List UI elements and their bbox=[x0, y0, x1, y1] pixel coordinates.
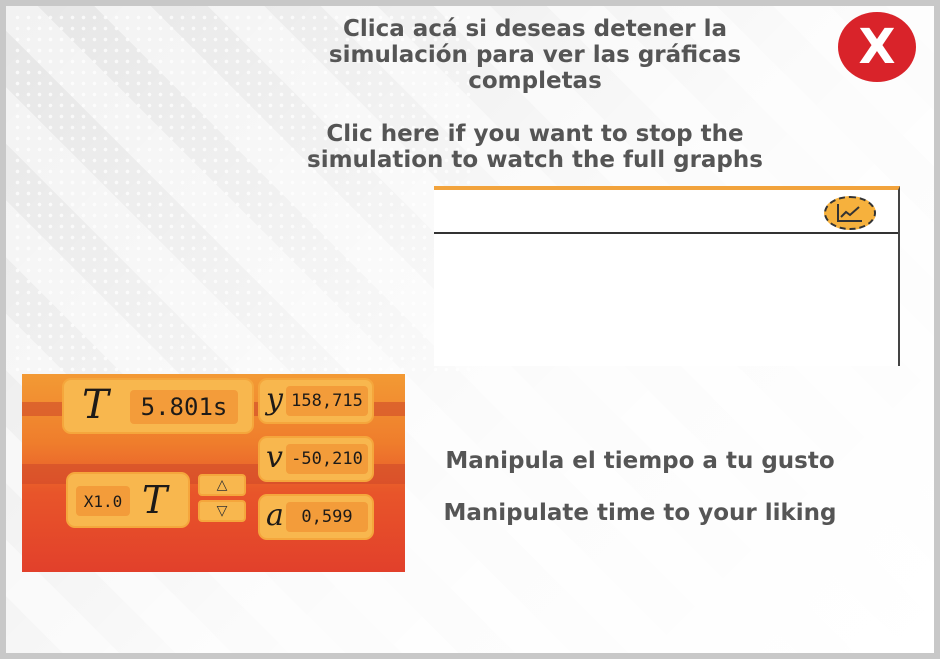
v-label: v bbox=[266, 440, 283, 475]
position-display: y 158,715 bbox=[258, 378, 374, 424]
caption-spanish: Manipula el tiempo a tu gusto bbox=[445, 448, 835, 474]
y-value: 158,715 bbox=[286, 386, 368, 416]
instruction-spanish-line-3: completas bbox=[468, 68, 602, 94]
speed-down-button[interactable]: ▽ bbox=[198, 500, 246, 522]
time-value: 5.801s bbox=[130, 390, 238, 424]
time-control-widget: T 5.801s y 158,715 v -50,210 a 0,599 X1.… bbox=[22, 374, 405, 572]
instruction-spanish: Clica acá si deseas detener la simulació… bbox=[270, 16, 800, 94]
v-value: -50,210 bbox=[286, 444, 368, 474]
velocity-display: v -50,210 bbox=[258, 436, 374, 482]
speed-multiplier[interactable]: X1.0 bbox=[76, 486, 130, 516]
close-icon: X bbox=[858, 19, 896, 75]
close-button[interactable]: X bbox=[838, 12, 916, 82]
time-display: T 5.801s bbox=[62, 378, 254, 434]
instruction-english-line-1: Clic here if you want to stop the bbox=[326, 121, 744, 147]
instruction-english: Clic here if you want to stop the simula… bbox=[270, 121, 800, 173]
graph-panel-header bbox=[434, 190, 898, 234]
y-label: y bbox=[266, 382, 283, 417]
acceleration-display: a 0,599 bbox=[258, 494, 374, 540]
instruction-english-line-2: simulation to watch the full graphs bbox=[307, 147, 763, 173]
a-value: 0,599 bbox=[286, 502, 368, 532]
instruction-spanish-line-2: simulación para ver las gráficas bbox=[328, 42, 742, 68]
graph-panel bbox=[434, 186, 900, 366]
time-label: T bbox=[82, 382, 109, 428]
instruction-spanish-line-1: Clica acá si deseas detener la bbox=[342, 16, 728, 42]
caption-english: Manipulate time to your liking bbox=[443, 500, 837, 526]
a-label: a bbox=[266, 498, 284, 533]
speed-up-button[interactable]: △ bbox=[198, 474, 246, 496]
speed-time-label: T bbox=[142, 478, 168, 522]
line-chart-icon[interactable] bbox=[824, 196, 876, 230]
speed-control: X1.0 T bbox=[66, 472, 190, 528]
